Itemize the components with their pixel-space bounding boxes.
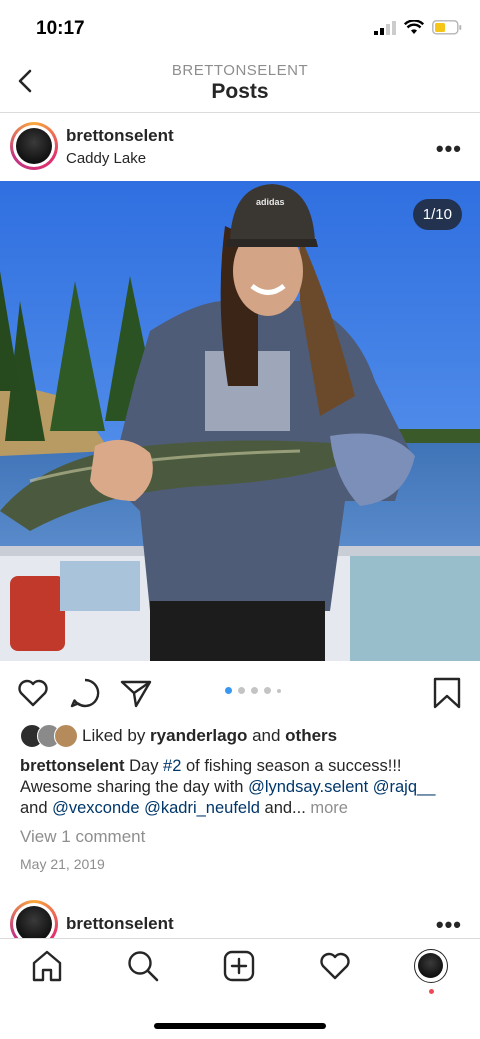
next-post-avatar[interactable] — [10, 900, 58, 938]
likes-line[interactable]: Liked by ryanderlago and others — [20, 722, 337, 750]
bottom-tab-bar — [0, 938, 480, 1039]
cap-logo: adidas — [256, 197, 285, 207]
post-caption: brettonselent Day #2 of fishing season a… — [20, 756, 464, 819]
post-location[interactable]: Caddy Lake — [66, 150, 146, 167]
post-date: May 21, 2019 — [20, 856, 105, 872]
heart-icon[interactable] — [16, 676, 50, 710]
status-icons — [374, 20, 462, 35]
nav-header: BRETTONSELENT Posts — [0, 58, 480, 113]
notification-dot — [429, 989, 434, 994]
liker-avatars — [20, 724, 78, 748]
home-icon[interactable] — [30, 949, 64, 983]
caption-mention[interactable]: @rajq__ — [373, 778, 436, 796]
caption-text: and... — [259, 799, 311, 817]
likes-prefix: Liked by — [82, 726, 151, 745]
caption-text: Day — [124, 757, 164, 775]
caption-mention[interactable]: @vexconde — [52, 799, 139, 817]
cellular-signal-icon — [374, 20, 396, 35]
search-icon[interactable] — [126, 949, 160, 983]
next-post-username[interactable]: brettonselent — [66, 914, 174, 934]
photo-scene — [0, 181, 480, 661]
post-username[interactable]: brettonselent — [66, 126, 174, 146]
likes-user[interactable]: ryanderlago — [150, 726, 247, 746]
new-post-icon[interactable] — [222, 949, 256, 983]
caption-username[interactable]: brettonselent — [20, 757, 125, 775]
profile-tab-avatar[interactable] — [414, 949, 448, 994]
next-more-options-icon[interactable]: ••• — [436, 912, 462, 938]
caption-mention[interactable]: @lyndsay.selent — [248, 778, 368, 796]
comment-icon[interactable] — [68, 676, 102, 710]
page-title: Posts — [211, 80, 269, 103]
avatar[interactable] — [10, 122, 58, 170]
carousel-indicator — [225, 687, 281, 694]
home-indicator — [154, 1023, 326, 1029]
more-options-icon[interactable]: ••• — [436, 136, 462, 162]
status-time: 10:17 — [36, 18, 85, 39]
image-counter-badge: 1/10 — [412, 199, 462, 230]
post-photo[interactable]: 1/10 adidas — [0, 181, 480, 661]
caption-more-link[interactable]: more — [310, 799, 348, 817]
header-username: BRETTONSELENT — [171, 62, 309, 79]
likes-others[interactable]: others — [285, 726, 337, 746]
view-comments-link[interactable]: View 1 comment — [20, 827, 145, 847]
share-direct-icon[interactable] — [119, 676, 153, 710]
activity-heart-icon[interactable] — [318, 949, 352, 983]
bookmark-icon[interactable] — [430, 676, 464, 710]
caption-mention[interactable]: @kadri_neufeld — [144, 799, 260, 817]
caption-hashtag[interactable]: #2 — [163, 757, 181, 775]
wifi-icon — [404, 20, 424, 34]
post-header: brettonselent Caddy Lake ••• — [0, 114, 480, 180]
likes-middle: and — [247, 726, 286, 745]
battery-icon — [432, 20, 462, 35]
caption-text: and — [20, 799, 53, 817]
next-post-header: brettonselent ••• — [0, 898, 480, 938]
post-actions — [0, 662, 480, 720]
